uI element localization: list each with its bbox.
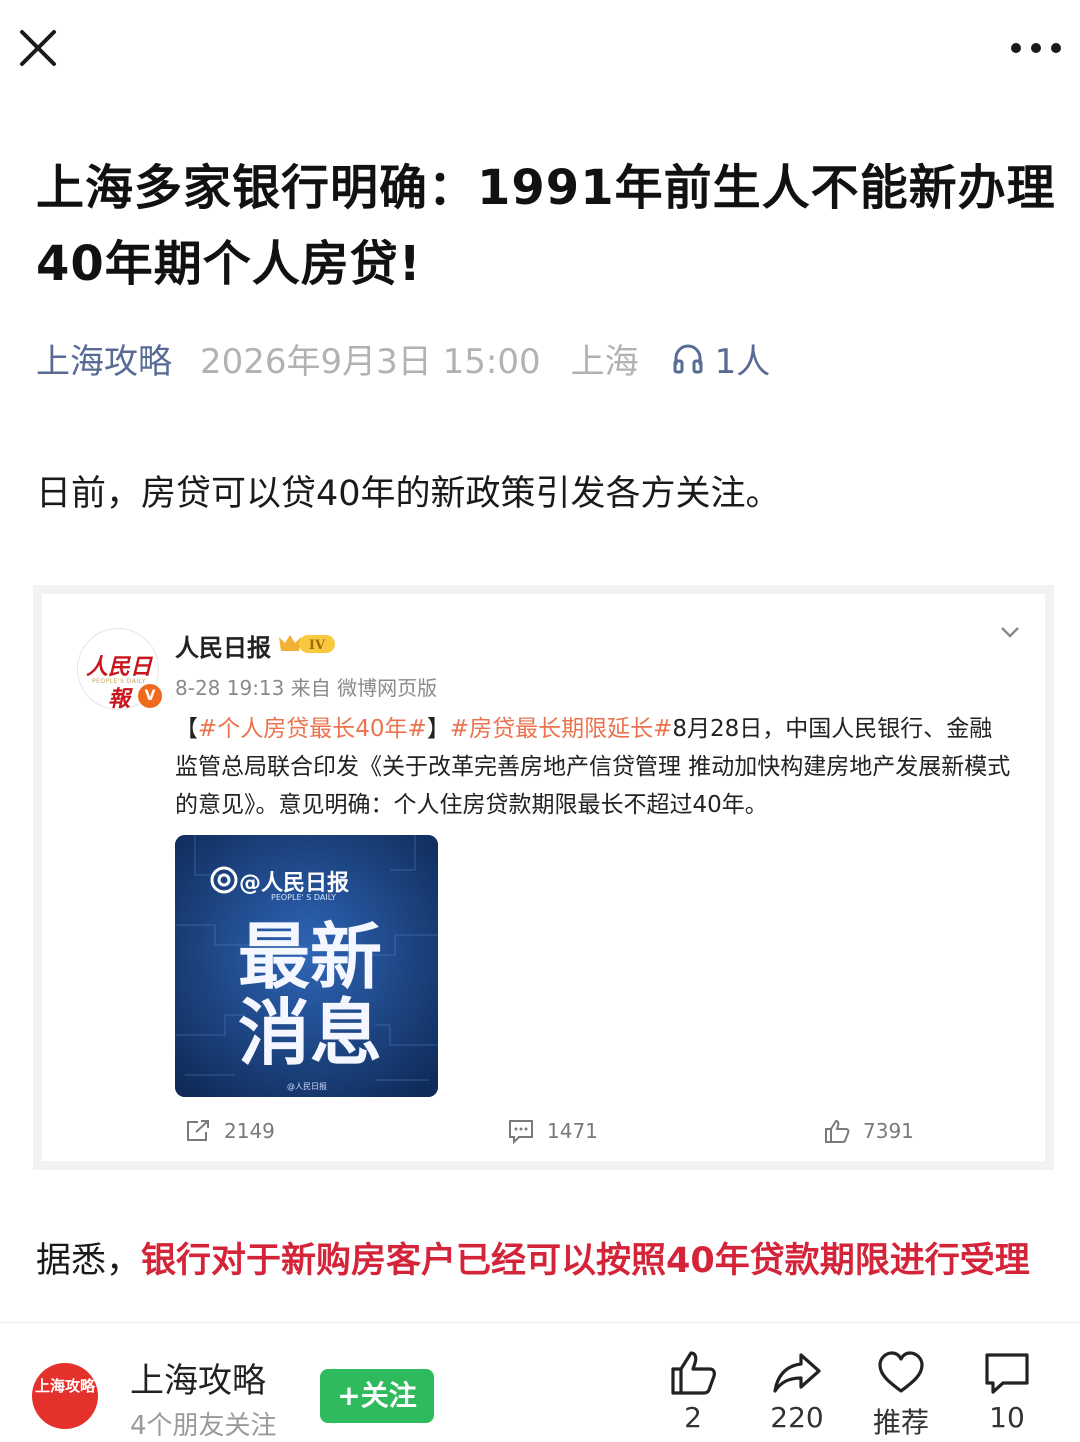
bottom-recommend-button[interactable]: 推荐 bbox=[856, 1347, 946, 1441]
comment-bubble-icon bbox=[985, 1353, 1029, 1394]
bottom-like-button[interactable]: 2 bbox=[648, 1347, 738, 1434]
close-icon bbox=[20, 30, 56, 66]
crown-rank-icon: IV bbox=[279, 635, 335, 653]
thumbs-up-icon bbox=[825, 1119, 850, 1143]
bottom-share-button[interactable]: 220 bbox=[752, 1347, 842, 1434]
comment-button[interactable]: 1471 bbox=[507, 1116, 598, 1146]
rank-badge-text: IV bbox=[309, 638, 326, 653]
hashtag[interactable]: #房贷最长期限延长# bbox=[450, 716, 673, 742]
comment-icon bbox=[509, 1120, 533, 1144]
follow-button[interactable]: +关注 bbox=[320, 1369, 434, 1423]
headphones-icon bbox=[673, 344, 703, 374]
more-button[interactable] bbox=[1008, 30, 1064, 66]
repost-icon bbox=[187, 1120, 209, 1141]
more-dots-icon bbox=[1011, 43, 1061, 53]
bottom-share-count: 220 bbox=[770, 1401, 824, 1434]
publish-time: 2026年9月3日 15:00 bbox=[200, 341, 541, 382]
article-meta: 上海攻略 2026年9月3日 15:00 上海 1人 bbox=[36, 333, 770, 383]
listen-button[interactable]: 1人 bbox=[671, 334, 771, 383]
bottom-action-bar: 上海攻略 上海攻略 4个朋友关注 +关注 2 220 推荐 10 bbox=[0, 1322, 1080, 1441]
weibo-post-time: 8-28 19:13 来自 微博网页版 bbox=[175, 676, 438, 700]
author-link[interactable]: 上海攻略 bbox=[36, 334, 172, 383]
article-paragraph-2: 据悉，银行对于新购房客户已经可以按照40年贷款期限进行受理 bbox=[36, 1241, 1030, 1281]
article-paragraph: 日前，房贷可以贷40年的新政策引发各方关注。 bbox=[36, 474, 781, 514]
bottom-comment-count: 10 bbox=[989, 1401, 1025, 1434]
account-name[interactable]: 上海攻略 bbox=[130, 1353, 266, 1402]
weibo-post-image[interactable]: @人民日报 PEOPLE' S DAILY 最新 消息 @人民日报 bbox=[175, 835, 438, 1097]
bottom-like-count: 2 bbox=[684, 1401, 702, 1434]
bottom-comment-button[interactable]: 10 bbox=[962, 1347, 1052, 1434]
repost-count: 2149 bbox=[224, 1119, 275, 1143]
highlighted-text: 银行对于新购房客户已经可以按照40年贷款期限进行受理 bbox=[141, 1241, 1030, 1281]
share-arrow-icon bbox=[773, 1353, 821, 1393]
close-button[interactable] bbox=[14, 24, 62, 72]
friends-following-text: 4个朋友关注 bbox=[130, 1411, 277, 1441]
thumbs-up-icon bbox=[671, 1351, 716, 1395]
bottom-recommend-label: 推荐 bbox=[872, 1406, 929, 1439]
publish-location: 上海 bbox=[570, 341, 639, 382]
listener-count: 1人 bbox=[714, 341, 771, 382]
like-button[interactable]: 7391 bbox=[823, 1116, 914, 1146]
image-headline-line1: 最新 bbox=[237, 915, 382, 999]
heart-icon bbox=[878, 1351, 924, 1393]
repost-button[interactable]: 2149 bbox=[184, 1116, 275, 1146]
comment-count: 1471 bbox=[547, 1119, 598, 1143]
embedded-weibo-screenshot[interactable]: 人民日報 PEOPLE'S DAILY V 人民日报 IV 8-28 19:13… bbox=[33, 585, 1054, 1170]
verified-badge: V bbox=[136, 682, 164, 710]
article-title: 上海多家银行明确：1991年前生人不能新办理40年期个人房贷! bbox=[36, 160, 1056, 292]
chevron-down-icon[interactable] bbox=[998, 620, 1022, 644]
hashtag[interactable]: #个人房贷最长40年# bbox=[198, 716, 427, 742]
weibo-post-text: 【#个人房贷最长40年#】#房贷最长期限延长#8月28日，中国人民银行、金融监管… bbox=[175, 716, 1011, 818]
at-sign-icon bbox=[210, 866, 238, 894]
image-headline-line2: 消息 bbox=[237, 991, 382, 1075]
image-watermark: @人民日报 bbox=[287, 1082, 327, 1091]
image-brand-sub: PEOPLE' S DAILY bbox=[271, 893, 337, 902]
like-count: 7391 bbox=[863, 1119, 914, 1143]
account-avatar[interactable]: 上海攻略 bbox=[32, 1363, 98, 1429]
weibo-author-name: 人民日报 bbox=[175, 634, 271, 662]
